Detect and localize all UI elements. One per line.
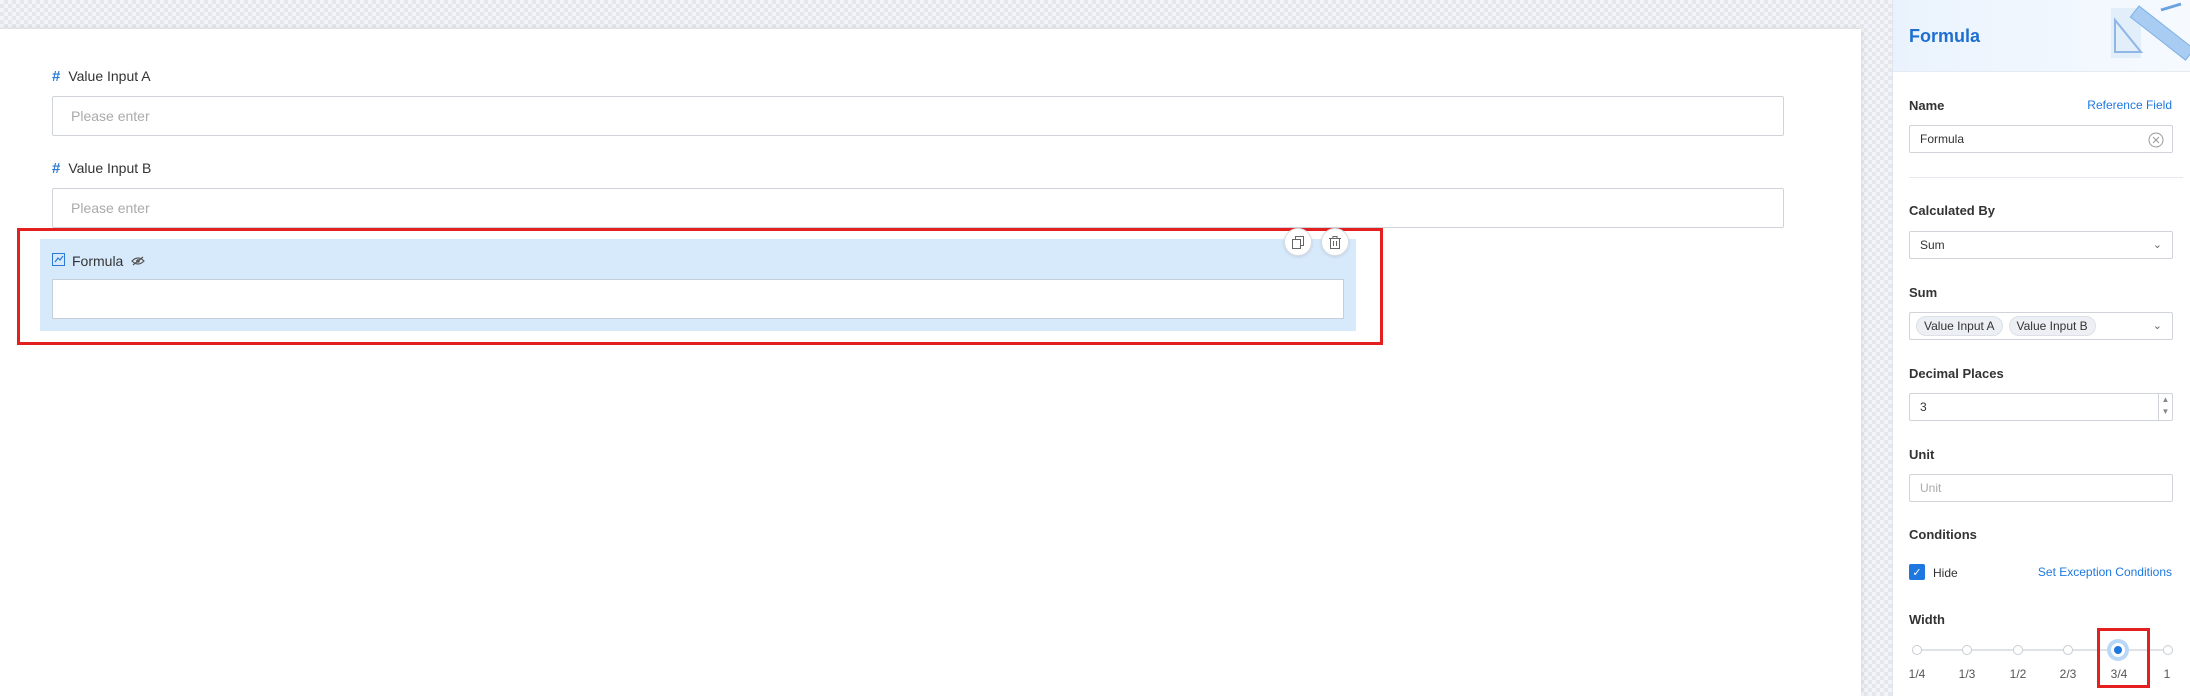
placeholder-text: Please enter [71, 200, 150, 216]
field-value-input-a[interactable]: # Value Input A Please enter [52, 66, 1784, 136]
calculated-by-value: Sum [1920, 238, 1945, 252]
sum-tag: Value Input A [1916, 316, 2003, 336]
eye-off-icon [131, 254, 146, 269]
name-value: Formula [1920, 132, 1965, 146]
slider-label: 2/3 [2059, 667, 2077, 681]
chevron-down-icon: ⌄ [2152, 320, 2162, 332]
trash-icon[interactable] [1321, 228, 1349, 256]
set-exception-conditions-link[interactable]: Set Exception Conditions [2038, 565, 2172, 579]
slider-dot-1[interactable] [2163, 645, 2173, 655]
reference-field-link[interactable]: Reference Field [2087, 98, 2172, 112]
slider-label: 1 [2163, 667, 2171, 681]
slider-label: 1/3 [1958, 667, 1976, 681]
hide-checkbox[interactable]: ✓ [1909, 564, 1925, 580]
conditions-label: Conditions [1909, 527, 1977, 542]
hide-checkbox-label: Hide [1933, 566, 1958, 580]
panel-header: Formula [1893, 0, 2190, 72]
properties-panel: Formula Name Reference Field Formula Cal… [1892, 0, 2190, 696]
stepper-arrows[interactable]: ▲ ▼ [2158, 394, 2172, 420]
field-value-input-b[interactable]: # Value Input B Please enter [52, 158, 1784, 228]
width-label: Width [1909, 612, 1945, 627]
name-label: Name [1909, 98, 1945, 113]
form-canvas: # Value Input A Please enter # Value Inp… [0, 29, 1861, 696]
clear-icon[interactable] [2148, 132, 2164, 151]
value-input-b-field[interactable]: Please enter [52, 188, 1784, 228]
slider-dot-1-2[interactable] [2013, 645, 2023, 655]
formula-field-selected[interactable]: Formula [40, 239, 1356, 331]
ruler-illustration-icon [2111, 2, 2190, 61]
sum-label: Sum [1909, 285, 1938, 300]
decimal-places-stepper[interactable]: 3 ▲ ▼ [1909, 393, 2173, 421]
field-label: Value Input B [68, 160, 152, 176]
name-input[interactable]: Formula [1909, 125, 2173, 153]
panel-title: Formula [1909, 26, 1981, 46]
decimal-places-label: Decimal Places [1909, 366, 2004, 381]
sum-fields-select[interactable]: Value Input A Value Input B ⌄ [1909, 312, 2173, 340]
unit-label: Unit [1909, 447, 1935, 462]
hash-icon: # [52, 159, 61, 177]
slider-label: 1/2 [2009, 667, 2027, 681]
slider-dot-2-3[interactable] [2063, 645, 2073, 655]
slider-dot-1-3[interactable] [1962, 645, 1972, 655]
slider-dot-1-4[interactable] [1912, 645, 1922, 655]
width-selection-highlight [2097, 628, 2150, 688]
decimal-places-value: 3 [1920, 400, 1927, 414]
calculated-by-label: Calculated By [1909, 203, 1995, 218]
unit-input[interactable]: Unit [1909, 474, 2173, 502]
calculated-by-select[interactable]: Sum ⌄ [1909, 231, 2173, 259]
sum-tag: Value Input B [2008, 316, 2096, 336]
unit-placeholder: Unit [1920, 481, 1942, 495]
field-label: Value Input A [68, 68, 151, 84]
value-input-a-field[interactable]: Please enter [52, 96, 1784, 136]
copy-icon[interactable] [1284, 228, 1312, 256]
divider [1909, 177, 2183, 178]
formula-input[interactable] [52, 279, 1344, 319]
chevron-down-icon: ⌄ [2152, 239, 2162, 251]
formula-label: Formula [72, 253, 124, 269]
slider-label: 1/4 [1908, 667, 1926, 681]
placeholder-text: Please enter [71, 108, 150, 124]
formula-icon [52, 253, 65, 269]
hash-icon: # [52, 67, 61, 85]
